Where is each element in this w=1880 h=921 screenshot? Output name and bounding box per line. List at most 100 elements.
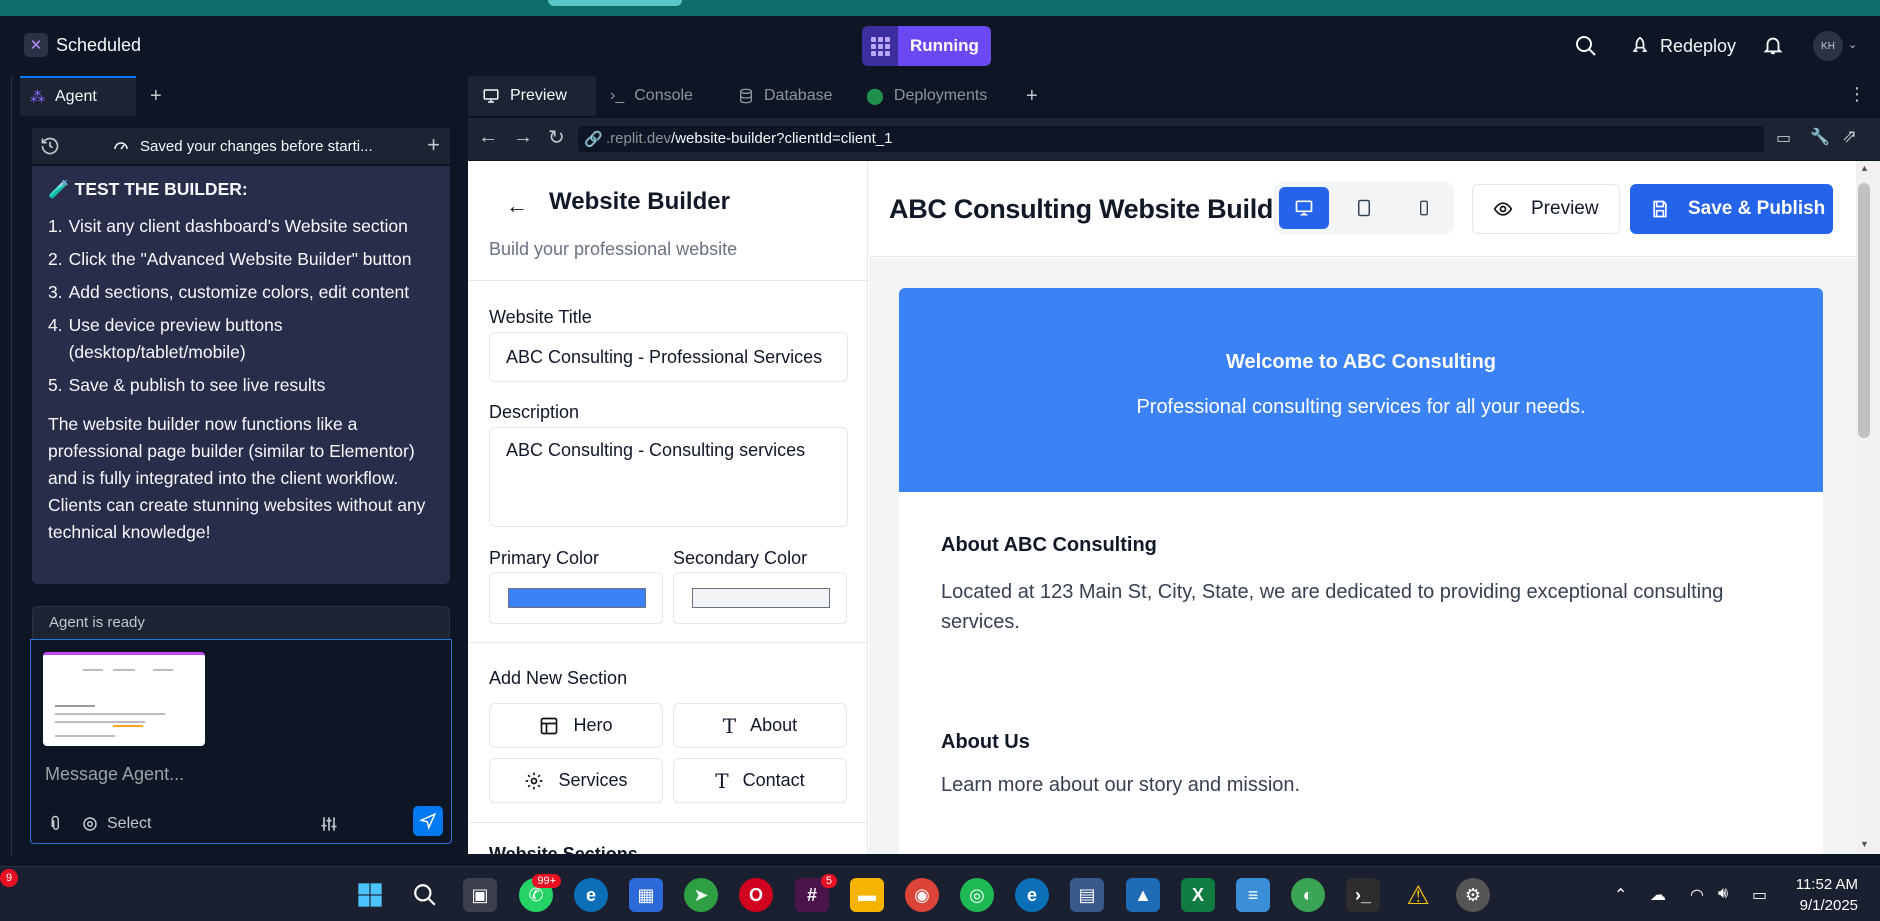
redeploy-button[interactable]: Redeploy (1620, 28, 1746, 64)
tray-chevron-icon[interactable]: ⌃ (1614, 885, 1627, 905)
user-avatar[interactable]: KH (1813, 31, 1843, 61)
taskbar-search-icon[interactable] (408, 878, 442, 912)
select-button[interactable]: Select (81, 815, 151, 833)
warning-icon[interactable]: ⚠ (1401, 878, 1435, 912)
checkpoint-status[interactable]: Saved your changes before starti... (112, 137, 373, 155)
system-clock[interactable]: 11:52 AM 9/1/2025 (1794, 874, 1858, 916)
slack-icon[interactable]: #5 (795, 874, 837, 912)
run-grid-icon[interactable] (862, 26, 898, 66)
url-prefix: .replit.dev (606, 130, 672, 147)
store-icon[interactable]: ▦ (629, 878, 663, 912)
wrench-icon[interactable]: 🔧 (1810, 127, 1830, 147)
forward-arrow-icon[interactable]: → (513, 126, 533, 149)
history-icon[interactable] (40, 136, 60, 156)
calculator-icon[interactable]: ▤ (1070, 878, 1104, 912)
open-external-icon[interactable]: ⇗ (1842, 126, 1857, 147)
photos-icon[interactable]: ▲ (1126, 878, 1160, 912)
list-item: 1. Visit any client dashboard's Website s… (48, 213, 434, 240)
whatsapp-icon[interactable]: ✆ 99+ (519, 874, 561, 912)
app-header: ✕ Scheduled Running Redeploy KH ⌄ (0, 16, 1880, 76)
tab-agent[interactable]: ⁂ Agent (20, 76, 136, 116)
run-control[interactable]: Running (862, 26, 991, 66)
attach-icon[interactable] (47, 815, 65, 833)
add-tab-icon[interactable]: + (1026, 85, 1038, 108)
tab-deployments[interactable]: ⬤ Deployments (852, 76, 1012, 116)
terminal-icon[interactable]: ›_ (1346, 878, 1380, 912)
tab-preview[interactable]: Preview (468, 76, 596, 116)
preview-scrollbar[interactable]: ▲ ▼ (1856, 161, 1880, 854)
divider (468, 642, 868, 643)
builder-title: Website Builder (549, 188, 730, 215)
app-green-icon[interactable]: ➤ (684, 878, 718, 912)
settings-icon[interactable]: ⚙ (1456, 878, 1490, 912)
tab-console-label: Console (634, 87, 693, 104)
primary-color-picker[interactable] (489, 572, 663, 624)
new-chat-icon[interactable]: + (427, 132, 440, 158)
add-section-label: Add New Section (489, 668, 628, 688)
app-name[interactable]: Scheduled (56, 35, 141, 56)
url-input[interactable]: 🔗 .replit.dev/website-builder?clientId=c… (578, 126, 1764, 152)
clock-time: 11:52 AM (1795, 876, 1858, 893)
devices-icon[interactable]: ▭ (1776, 128, 1791, 148)
back-arrow-icon[interactable]: ← (506, 193, 528, 219)
about-section[interactable]: About ABC Consulting Located at 123 Main… (899, 492, 1823, 637)
hero-section[interactable]: Welcome to ABC Consulting Professional c… (899, 288, 1823, 492)
file-explorer-icon[interactable]: ▬ (850, 878, 884, 912)
add-hero-button[interactable]: Hero (489, 703, 663, 748)
settings-sliders-icon[interactable] (319, 814, 339, 834)
chrome-icon[interactable]: ◉ (905, 878, 939, 912)
scroll-up-icon[interactable]: ▲ (1860, 163, 1869, 173)
add-contact-button[interactable]: T Contact (673, 758, 847, 803)
excel-icon[interactable]: X (1181, 878, 1215, 912)
scroll-down-icon[interactable]: ▼ (1860, 839, 1869, 849)
wifi-icon[interactable]: ◠ (1690, 885, 1704, 905)
onedrive-icon[interactable]: ☁ (1650, 885, 1666, 905)
agent-tab-bar: ⁂ Agent + (20, 76, 468, 116)
edge-icon[interactable]: e (1015, 878, 1049, 912)
tab-database[interactable]: Database (724, 76, 852, 116)
back-arrow-icon[interactable]: ← (478, 126, 498, 149)
mobile-view-button[interactable] (1399, 187, 1449, 229)
tab-console[interactable]: ›_ Console (596, 76, 724, 116)
edge-profile-icon[interactable]: e (574, 878, 608, 912)
windows-start-icon[interactable] (353, 878, 387, 912)
description-label: Description (489, 402, 580, 422)
search-icon[interactable] (1574, 34, 1598, 58)
save-publish-button[interactable]: Save & Publish (1630, 184, 1833, 234)
scrollbar-thumb[interactable] (1858, 183, 1870, 438)
app-circle-icon[interactable]: ◎ (960, 878, 994, 912)
send-button[interactable] (413, 806, 443, 836)
preview-button[interactable]: Preview (1472, 184, 1620, 234)
refresh-icon[interactable]: ↻ (548, 125, 565, 150)
monitor-icon (483, 89, 499, 103)
running-button[interactable]: Running (898, 26, 991, 66)
about-us-section[interactable]: About Us Learn more about our story and … (899, 637, 1823, 797)
chevron-down-icon[interactable]: ⌄ (1848, 38, 1857, 51)
about-us-text: Learn more about our story and mission. (941, 774, 1301, 796)
add-services-button[interactable]: Services (489, 758, 663, 803)
app-globe-icon[interactable]: ◐ (1291, 878, 1325, 912)
add-tab-icon[interactable]: + (150, 85, 162, 108)
step-number: 5. (48, 375, 63, 395)
description-textarea[interactable]: ABC Consulting - Consulting services (489, 427, 848, 527)
add-about-button[interactable]: T About (673, 703, 847, 748)
deploy-icon: ⬤ (866, 88, 884, 105)
task-view-icon[interactable]: ▣ (463, 878, 497, 912)
bell-icon[interactable] (1762, 34, 1784, 56)
notepad-icon[interactable]: ≡ (1236, 878, 1270, 912)
notification-count[interactable]: 9 (0, 869, 18, 887)
desktop-view-button[interactable] (1279, 187, 1329, 229)
attached-screenshot-thumbnail[interactable] (43, 652, 205, 746)
eye-icon (1493, 202, 1513, 216)
message-input[interactable]: Message Agent... (45, 764, 184, 785)
secondary-color-picker[interactable] (673, 572, 847, 624)
website-title-input[interactable]: ABC Consulting - Professional Services (489, 332, 848, 382)
battery-icon[interactable]: ▭ (1752, 885, 1767, 905)
send-icon (419, 812, 437, 830)
volume-icon[interactable]: 🔊︎ (1718, 885, 1728, 903)
tablet-view-button[interactable] (1339, 187, 1389, 229)
about-text: Located at 123 Main St, City, State, we … (941, 581, 1724, 633)
opera-icon[interactable]: O (739, 878, 773, 912)
redeploy-label: Redeploy (1660, 35, 1737, 56)
more-options-icon[interactable]: ⋮ (1848, 84, 1866, 105)
